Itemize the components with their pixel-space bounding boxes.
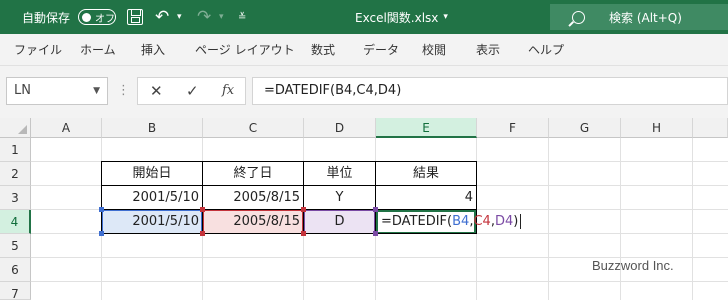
text-cursor — [520, 214, 522, 229]
column-header-a[interactable]: A — [31, 118, 102, 138]
autosave-state: オフ — [95, 13, 115, 25]
formula-buttons: ✕ ✓ fx — [137, 77, 246, 105]
range-handle[interactable] — [373, 231, 378, 236]
formula-ref-c4: C4 — [473, 214, 491, 229]
gridline — [692, 138, 693, 300]
column-header-b[interactable]: B — [102, 118, 203, 138]
gridline — [620, 138, 621, 300]
column-header-h[interactable]: H — [621, 118, 693, 138]
cell-c3[interactable]: 2005/8/15 — [203, 186, 303, 210]
undo-icon[interactable]: ↶ — [155, 0, 169, 34]
select-all-button[interactable] — [0, 118, 31, 138]
file-name[interactable]: Excel関数.xlsx ▾ — [355, 0, 448, 34]
range-handle[interactable] — [99, 231, 104, 236]
header-unit[interactable]: 単位 — [304, 162, 375, 186]
worksheet-grid[interactable]: A B C D E F G H 1 2 3 4 5 6 7 開始日 終了日 単位… — [0, 118, 728, 300]
watermark: Buzzword Inc. — [592, 258, 674, 273]
formula-input[interactable]: =DATEDIF(B4,C4,D4) — [252, 77, 728, 105]
search-icon — [572, 10, 585, 24]
column-header-d[interactable]: D — [304, 118, 376, 138]
name-box-value: LN — [14, 83, 31, 98]
tab-file[interactable]: ファイル — [14, 34, 62, 66]
cell-b3[interactable]: 2001/5/10 — [102, 186, 202, 210]
row-header-5[interactable]: 5 — [0, 234, 31, 258]
tab-view[interactable]: 表示 — [476, 34, 500, 66]
search-box[interactable]: 検索 (Alt+Q) — [550, 4, 728, 30]
row-header-6[interactable]: 6 — [0, 258, 31, 282]
save-icon[interactable] — [127, 9, 143, 25]
chevron-down-icon: ▾ — [443, 12, 448, 22]
search-placeholder: 検索 (Alt+Q) — [609, 10, 682, 25]
ribbon-tabs: ファイル ホーム 挿入 ページ レイアウト 数式 データ 校閲 表示 ヘルプ — [0, 34, 728, 66]
header-start-date[interactable]: 開始日 — [102, 162, 202, 186]
column-header-g[interactable]: G — [549, 118, 621, 138]
header-result[interactable]: 結果 — [376, 162, 476, 186]
header-end-date[interactable]: 終了日 — [203, 162, 303, 186]
formula-prefix: =DATEDIF( — [381, 214, 453, 229]
column-header-c[interactable]: C — [203, 118, 304, 138]
redo-icon[interactable]: ↷ — [197, 0, 211, 34]
insert-function-icon[interactable]: fx — [222, 78, 234, 104]
tab-page-layout[interactable]: ページ レイアウト — [195, 34, 295, 66]
cell-b4-value: 2001/5/10 — [132, 214, 199, 229]
cell-d4-value: D — [334, 214, 345, 229]
tab-insert[interactable]: 挿入 — [141, 34, 165, 66]
range-handle[interactable] — [200, 231, 205, 236]
row-header-1[interactable]: 1 — [0, 138, 31, 162]
range-handle[interactable] — [373, 207, 378, 212]
tab-home[interactable]: ホーム — [80, 34, 116, 66]
range-handle[interactable] — [200, 207, 205, 212]
row-header-2[interactable]: 2 — [0, 162, 31, 186]
autosave-toggle[interactable]: オフ — [78, 9, 116, 25]
cell-e3[interactable]: 4 — [376, 186, 476, 210]
range-handle[interactable] — [301, 207, 306, 212]
tab-data[interactable]: データ — [363, 34, 399, 66]
gridline — [31, 281, 728, 282]
column-header-e[interactable]: E — [376, 118, 477, 138]
cell-c4-value: 2005/8/15 — [233, 214, 300, 229]
name-box[interactable]: LN ▼ — [6, 77, 108, 105]
enter-check-icon[interactable]: ✓ — [186, 78, 199, 104]
customize-toolbar-icon[interactable]: ≚ — [238, 0, 246, 34]
cell-d3[interactable]: Y — [304, 186, 375, 210]
tab-formulas[interactable]: 数式 — [311, 34, 335, 66]
redo-dropdown-icon[interactable]: ▾ — [219, 0, 224, 34]
formula-bar: LN ▼ ⋮ ✕ ✓ fx =DATEDIF(B4,C4,D4) — [0, 66, 728, 118]
gridline — [548, 138, 549, 300]
title-bar: 自動保存 オフ ↶ ▾ ↷ ▾ ≚ Excel関数.xlsx ▾ 検索 (Alt… — [0, 0, 728, 34]
column-header-i[interactable] — [693, 118, 728, 138]
tab-review[interactable]: 校閲 — [422, 34, 446, 66]
column-header-f[interactable]: F — [477, 118, 549, 138]
cancel-icon[interactable]: ✕ — [150, 78, 163, 104]
row-header-7[interactable]: 7 — [0, 282, 31, 300]
formula-ref-b4: B4 — [452, 214, 470, 229]
formula-suffix: ) — [513, 214, 519, 229]
drag-handle-icon[interactable]: ⋮ — [117, 83, 130, 98]
range-handle[interactable] — [99, 207, 104, 212]
range-handle[interactable] — [301, 231, 306, 236]
cell-e4-editing-formula[interactable]: =DATEDIF(B4,C4,D4) — [378, 210, 538, 234]
undo-dropdown-icon[interactable]: ▾ — [177, 0, 182, 34]
autosave-label: 自動保存 — [22, 10, 71, 25]
row-header-3[interactable]: 3 — [0, 186, 31, 210]
formula-ref-d4: D4 — [494, 214, 514, 229]
chevron-down-icon[interactable]: ▼ — [93, 78, 100, 104]
file-name-label: Excel関数.xlsx — [355, 10, 439, 25]
row-header-4[interactable]: 4 — [0, 210, 31, 234]
toggle-knob-icon — [82, 12, 91, 22]
tab-help[interactable]: ヘルプ — [528, 34, 564, 66]
